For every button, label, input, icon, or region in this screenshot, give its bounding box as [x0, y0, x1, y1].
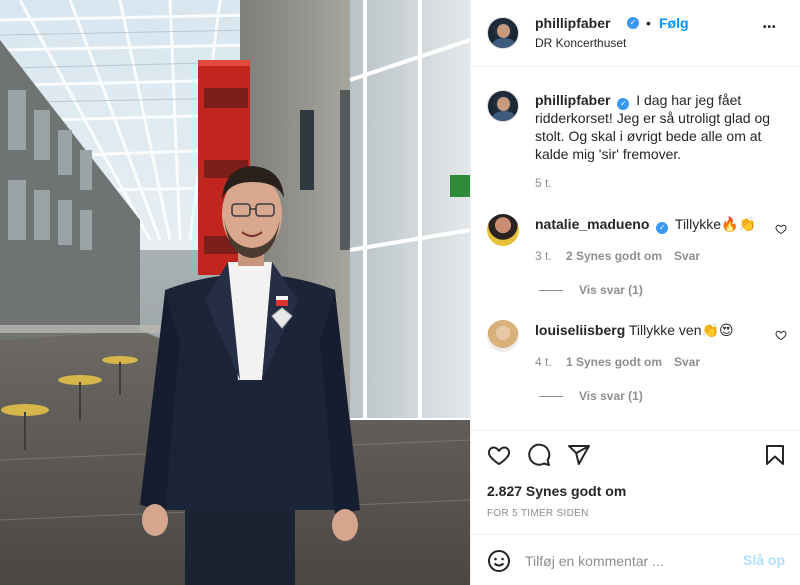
comment-input[interactable] [525, 551, 735, 571]
comment-icon[interactable] [527, 443, 551, 467]
comment-2-reply-button[interactable]: Svar [674, 355, 700, 369]
caption-text: phillipfaber ✓ I dag har jeg fået ridder… [535, 91, 785, 163]
caption-author-username[interactable]: phillipfaber [535, 92, 610, 108]
caption-line-3: stolt. Og skal i øvrigt bede alle om at [535, 128, 762, 144]
instagram-post: phillipfaber ✓ • Følg DR Koncerthuset ••… [0, 0, 800, 585]
bookmark-icon[interactable] [763, 443, 787, 467]
more-options-icon[interactable]: ••• [763, 22, 777, 33]
post-timestamp[interactable]: FOR 5 TIMER SIDEN [487, 508, 589, 519]
comment-1-body: Tillykke [674, 216, 722, 232]
post-photo[interactable] [0, 0, 470, 585]
add-comment-bar: Slå op [471, 534, 800, 585]
smiley-icon[interactable] [487, 549, 511, 573]
comment-2-likes[interactable]: 1 Synes godt om [566, 355, 662, 369]
comment-1-like-heart-icon[interactable] [775, 223, 787, 235]
separator-dot: • [646, 15, 651, 31]
comment-avatar-louise[interactable] [487, 320, 519, 352]
view-replies-line [539, 396, 563, 397]
fire-emoji-icon: 🔥 [721, 216, 739, 232]
post-comment-button[interactable]: Slå op [743, 552, 785, 568]
post-actions: 2.827 Synes godt om FOR 5 TIMER SIDEN Sl… [471, 430, 800, 585]
comment-2-username[interactable]: louiseliisberg [535, 322, 625, 338]
caption-line-4: kalde mig 'sir' fremover. [535, 146, 682, 162]
likes-count[interactable]: 2.827 Synes godt om [487, 483, 626, 499]
comment-2-text: louiseliisberg Tillykke ven👏😍 [535, 321, 765, 339]
comment-2-like-heart-icon[interactable] [775, 329, 787, 341]
clapping-hands-emoji-icon: 👏 [738, 216, 756, 232]
comment-2-age[interactable]: 4 t. [535, 355, 552, 369]
author-username[interactable]: phillipfaber [535, 15, 610, 31]
comment-avatar-natalie[interactable] [487, 214, 519, 246]
photo-illustration [0, 0, 470, 585]
heart-eyes-emoji-icon: 😍 [718, 322, 734, 338]
comment-1-text: natalie_madueno ✓ Tillykke🔥👏 [535, 215, 765, 234]
verified-badge-icon: ✓ [627, 17, 639, 29]
caption-author-avatar[interactable] [487, 90, 519, 122]
author-avatar[interactable] [487, 17, 519, 49]
post-side-panel: phillipfaber ✓ • Følg DR Koncerthuset ••… [470, 0, 800, 585]
comment-1-username[interactable]: natalie_madueno [535, 216, 649, 232]
location-link[interactable]: DR Koncerthuset [535, 36, 626, 50]
comment-1-reply-button[interactable]: Svar [674, 249, 700, 263]
comments-section[interactable]: phillipfaber ✓ I dag har jeg fået ridder… [471, 68, 800, 430]
clapping-hands-emoji-icon: 👏 [701, 322, 719, 338]
view-replies-line [539, 290, 563, 291]
post-header: phillipfaber ✓ • Følg DR Koncerthuset ••… [471, 0, 800, 67]
share-icon[interactable] [567, 443, 591, 467]
heart-icon[interactable] [487, 443, 511, 467]
follow-button[interactable]: Følg [659, 15, 689, 31]
comment-2-body: Tillykke ven [628, 322, 702, 338]
comment-1-verified-badge-icon: ✓ [656, 222, 669, 234]
caption-verified-badge-icon: ✓ [617, 98, 630, 110]
comment-1-age[interactable]: 3 t. [535, 249, 552, 263]
comment-1-view-replies[interactable]: Vis svar (1) [579, 283, 643, 297]
caption-age[interactable]: 5 t. [535, 176, 552, 190]
comment-2-view-replies[interactable]: Vis svar (1) [579, 389, 643, 403]
caption-line-1: I dag har jeg fået [636, 92, 742, 108]
caption-line-2: ridderkorset! Jeg er så utroligt glad og [535, 110, 771, 126]
comment-1-likes[interactable]: 2 Synes godt om [566, 249, 662, 263]
